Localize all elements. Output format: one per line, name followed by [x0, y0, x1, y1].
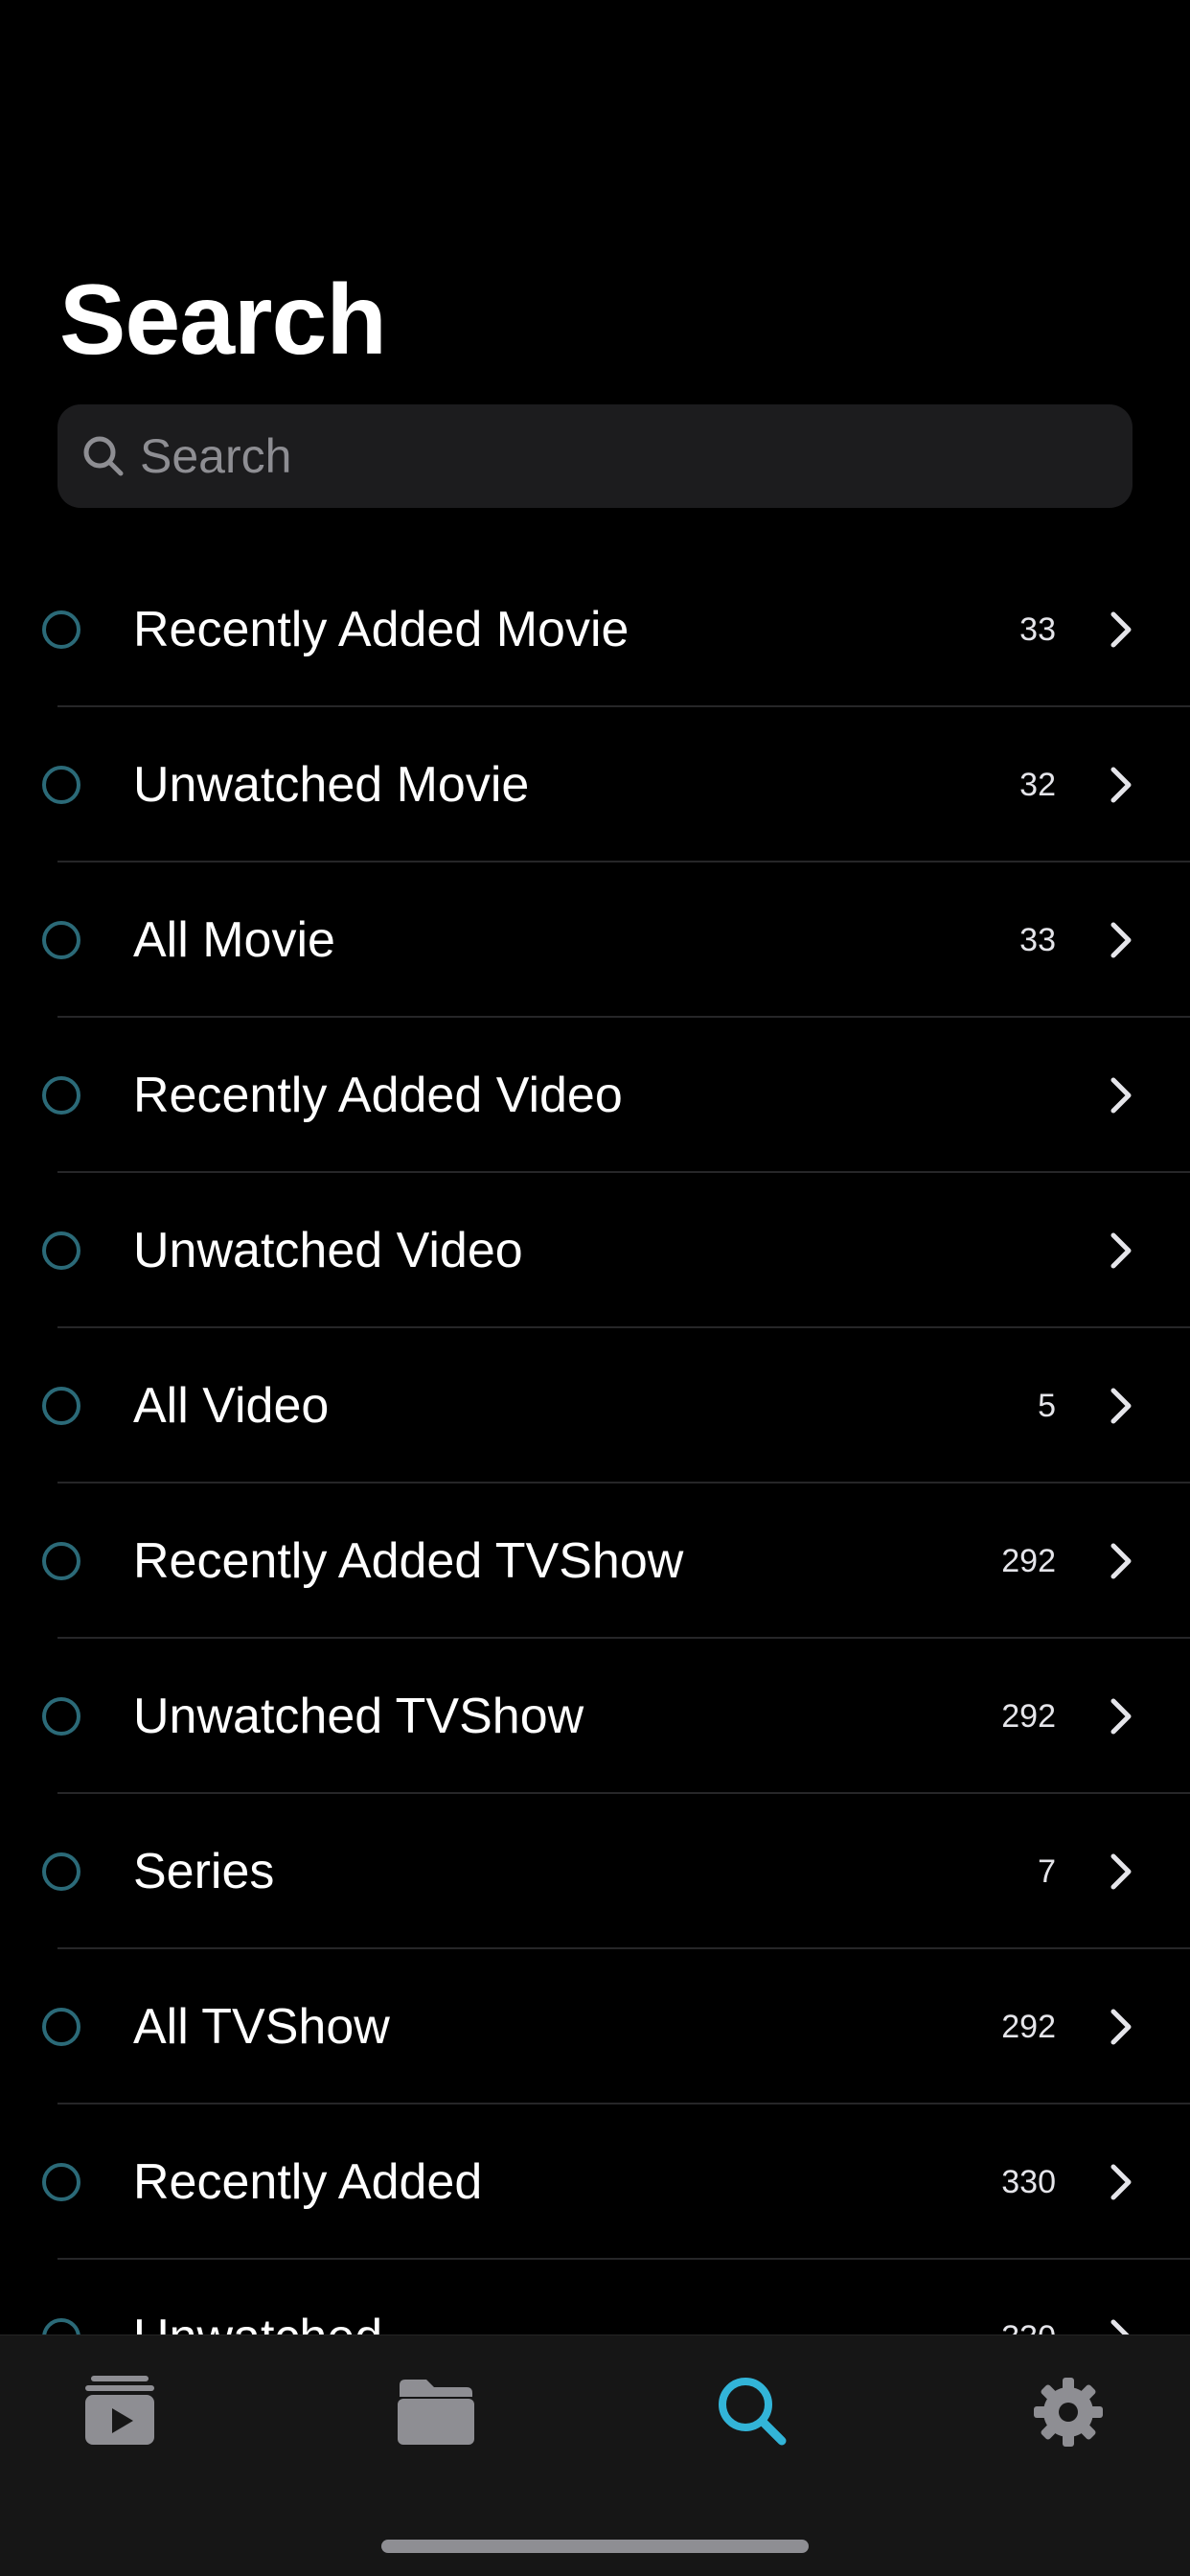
- list-item-count: 330: [1001, 2164, 1056, 2200]
- list-item-count: 32: [1019, 767, 1056, 803]
- tab-settings[interactable]: [1020, 2364, 1116, 2460]
- radio-circle-icon[interactable]: [42, 1387, 80, 1425]
- list-item-label: Recently Added Video: [133, 1068, 623, 1123]
- chevron-right-icon: [1110, 1543, 1132, 1579]
- tab-library[interactable]: [72, 2364, 168, 2460]
- list-item-label: All Video: [133, 1378, 330, 1434]
- chevron-right-icon: [1110, 1077, 1132, 1114]
- list-item-recently-added-tvshow[interactable]: Recently Added TVShow 292: [0, 1484, 1190, 1639]
- search-bar[interactable]: [57, 404, 1133, 508]
- list-item-unwatched[interactable]: Unwatched 330: [0, 2260, 1190, 2334]
- list-item-all-video[interactable]: All Video 5: [0, 1328, 1190, 1484]
- list-item-count: 292: [1001, 1698, 1056, 1735]
- list-item-label: Recently Added Movie: [133, 602, 629, 657]
- home-indicator[interactable]: [381, 2540, 809, 2553]
- list-item-label: Recently Added: [133, 2154, 483, 2210]
- list-item-label: Unwatched TVShow: [133, 1689, 584, 1744]
- chevron-right-icon: [1110, 1388, 1132, 1424]
- list-item-label: Series: [133, 1844, 275, 1899]
- list-item-count: 5: [1038, 1388, 1056, 1424]
- gear-icon: [1034, 2378, 1103, 2447]
- list-item-count: 292: [1001, 2009, 1056, 2045]
- list-item-label: Unwatched: [133, 2260, 382, 2334]
- search-icon: [83, 436, 124, 476]
- list-item-label: All Movie: [133, 912, 335, 968]
- list-item-count: 33: [1019, 611, 1056, 648]
- list-item-unwatched-movie[interactable]: Unwatched Movie 32: [0, 707, 1190, 862]
- radio-circle-icon[interactable]: [42, 1852, 80, 1891]
- list-item-all-tvshow[interactable]: All TVShow 292: [0, 1949, 1190, 2104]
- chevron-right-icon: [1110, 1232, 1132, 1269]
- radio-circle-icon[interactable]: [42, 2008, 80, 2046]
- list-item-count: 7: [1038, 1853, 1056, 1890]
- list-item-label: Recently Added TVShow: [133, 1533, 684, 1589]
- tab-search[interactable]: [705, 2364, 801, 2460]
- list-item-label: Unwatched Video: [133, 1223, 523, 1278]
- play-stack-icon: [85, 2376, 154, 2445]
- list-item-count: 330: [1001, 2260, 1056, 2334]
- list-item-label: All TVShow: [133, 1999, 390, 2055]
- chevron-right-icon: [1110, 922, 1132, 958]
- list-item-series[interactable]: Series 7: [0, 1794, 1190, 1949]
- list-item-recently-added[interactable]: Recently Added 330: [0, 2104, 1190, 2260]
- chevron-right-icon: [1110, 2009, 1132, 2045]
- list-item-unwatched-video[interactable]: Unwatched Video: [0, 1173, 1190, 1328]
- list-item-count: 33: [1019, 922, 1056, 958]
- list-item-recently-added-video[interactable]: Recently Added Video: [0, 1018, 1190, 1173]
- radio-circle-icon[interactable]: [42, 2163, 80, 2201]
- radio-circle-icon[interactable]: [42, 2318, 80, 2334]
- smart-list: Recently Added Movie 33 Unwatched Movie …: [0, 552, 1190, 2334]
- list-item-unwatched-tvshow[interactable]: Unwatched TVShow 292: [0, 1639, 1190, 1794]
- radio-circle-icon[interactable]: [42, 766, 80, 804]
- list-item-label: Unwatched Movie: [133, 757, 530, 813]
- chevron-right-icon: [1110, 2319, 1130, 2334]
- radio-circle-icon[interactable]: [42, 921, 80, 959]
- chevron-right-icon: [1110, 1698, 1132, 1735]
- tab-files[interactable]: [388, 2364, 484, 2460]
- radio-circle-icon[interactable]: [42, 1231, 80, 1270]
- radio-circle-icon[interactable]: [42, 1076, 80, 1115]
- page-title: Search: [59, 264, 387, 376]
- search-input[interactable]: [140, 404, 1108, 508]
- chevron-right-icon: [1110, 611, 1132, 648]
- list-item-count: 292: [1001, 1543, 1056, 1579]
- search-icon: [719, 2378, 787, 2446]
- radio-circle-icon[interactable]: [42, 1542, 80, 1580]
- folder-icon: [398, 2380, 474, 2445]
- list-item-all-movie[interactable]: All Movie 33: [0, 862, 1190, 1018]
- chevron-right-icon: [1110, 1853, 1132, 1890]
- list-item-recently-added-movie[interactable]: Recently Added Movie 33: [0, 552, 1190, 707]
- chevron-right-icon: [1110, 767, 1132, 803]
- radio-circle-icon[interactable]: [42, 610, 80, 649]
- chevron-right-icon: [1110, 2164, 1132, 2200]
- radio-circle-icon[interactable]: [42, 1697, 80, 1736]
